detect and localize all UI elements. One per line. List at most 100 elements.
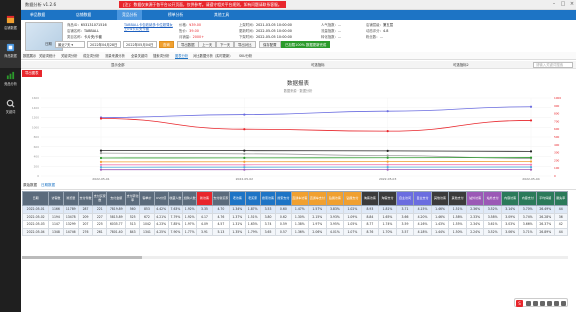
column-header[interactable]: 支付买家数 bbox=[92, 191, 108, 206]
column-header[interactable]: 收藏人数 bbox=[167, 191, 184, 206]
subtab-deal-words[interactable]: 成交词分析 bbox=[83, 53, 99, 58]
metric-select[interactable]: 可选指标 bbox=[311, 62, 325, 68]
close-icon[interactable]: × bbox=[568, 1, 576, 8]
data-point bbox=[99, 156, 103, 160]
minimize-icon[interactable]: – bbox=[550, 1, 558, 8]
analysis-subtabs: 数据展示 关键词统计 关键词分析 成交词分析 流量来源分析 全量关键词 搜索词分… bbox=[21, 52, 576, 60]
subtab-keyword-analysis[interactable]: 关键词分析 bbox=[61, 53, 77, 58]
compare-export-button[interactable]: 导出对比 bbox=[234, 41, 256, 48]
column-header[interactable]: 老买家 bbox=[244, 191, 261, 206]
next-day-button[interactable]: 下一天 bbox=[216, 41, 235, 48]
subtab-all-keywords[interactable]: 全量关键词 bbox=[131, 53, 147, 58]
range-select[interactable]: 最近7天 ▾ bbox=[55, 41, 85, 48]
table-tab-daily[interactable]: 日期数据 bbox=[41, 183, 55, 188]
column-header[interactable]: 支付件数 bbox=[77, 191, 94, 206]
chart-search-input[interactable]: 请输入关键词搜索 bbox=[533, 62, 573, 68]
column-header[interactable]: 自主访问 bbox=[395, 191, 415, 206]
y2-tick-label: 300 bbox=[554, 151, 560, 155]
query-button[interactable]: 查询 bbox=[159, 41, 174, 48]
maximize-icon[interactable]: □ bbox=[559, 1, 567, 8]
table-tab-raw[interactable]: 原始数据 bbox=[23, 183, 37, 188]
table-row[interactable]: 2022-05-02 1194 13478 209 227 5815.89 525 672 4.… bbox=[21, 212, 569, 221]
table-cell: 1348 bbox=[48, 227, 64, 236]
chinese-mode-icon[interactable] bbox=[526, 301, 531, 306]
column-header[interactable]: 支付新买家 bbox=[211, 191, 231, 206]
column-header[interactable]: 站外访客 bbox=[465, 191, 485, 206]
column-header[interactable]: 支付金额 bbox=[106, 191, 127, 206]
sidebar-item-product[interactable]: 商品数据 bbox=[0, 40, 21, 68]
column-header[interactable]: 跳失率 bbox=[553, 191, 569, 206]
column-header[interactable]: 内容访客 bbox=[500, 191, 520, 206]
column-header[interactable]: 支付转化率 bbox=[125, 191, 141, 206]
keyboard-icon[interactable] bbox=[547, 301, 552, 306]
table-cell: 2.36% bbox=[465, 205, 485, 214]
export-data-button[interactable]: 导出数据 bbox=[177, 41, 199, 48]
table-cell: 4.16% bbox=[413, 220, 432, 229]
column-header[interactable]: 老访客 bbox=[229, 191, 246, 206]
column-header[interactable]: 站外支付 bbox=[483, 191, 502, 206]
y2-tick-label: 1000 bbox=[554, 96, 561, 100]
emoji-icon[interactable] bbox=[533, 301, 538, 306]
column-header[interactable]: 淘客访客 bbox=[360, 191, 380, 206]
ime-icon[interactable]: S bbox=[516, 300, 523, 307]
column-header[interactable]: 搜索访客 bbox=[259, 191, 277, 206]
horizontal-scrollbar[interactable] bbox=[22, 256, 568, 259]
table-cell: 287 bbox=[77, 205, 94, 214]
tab-tools[interactable]: 其他工具 bbox=[209, 10, 234, 20]
column-header[interactable]: 钻展访客 bbox=[325, 191, 345, 206]
product-title-link[interactable]: TABBALL卡包收纳多卡位超薄女士ins卡片夹卡套 bbox=[124, 23, 174, 31]
save-config-button[interactable]: 保存配置 bbox=[259, 41, 281, 48]
subtab-sku[interactable]: SKU分析 bbox=[239, 53, 252, 58]
subtab-keyword-stats[interactable]: 关键词统计 bbox=[39, 53, 55, 58]
column-header[interactable]: 搜索支付 bbox=[275, 191, 292, 206]
subtab-search-words[interactable]: 搜索词分析 bbox=[153, 53, 169, 58]
column-header[interactable]: 日期 bbox=[21, 191, 50, 206]
column-header[interactable]: 淘客支付 bbox=[378, 191, 397, 206]
column-header[interactable]: 其他访客 bbox=[430, 191, 450, 206]
table-row[interactable]: 2022-05-04 1348 14746 276 261 7801.40 843 1341 4… bbox=[21, 227, 569, 236]
table-cell: 3.83% bbox=[325, 205, 345, 214]
show-all-toggle[interactable]: 显示全部 bbox=[111, 62, 125, 68]
subtab-display[interactable]: 数据展示 bbox=[23, 53, 36, 58]
sidebar-item-compete[interactable]: 竞品分析 bbox=[0, 68, 21, 96]
column-header[interactable]: 其他支付 bbox=[448, 191, 467, 206]
column-header[interactable]: 自主支付 bbox=[413, 191, 432, 206]
start-date-input[interactable]: 2022年04月28日 bbox=[87, 41, 121, 48]
column-header[interactable]: 新访客 bbox=[196, 191, 213, 206]
column-header[interactable]: 访客数 bbox=[48, 191, 64, 206]
column-header[interactable]: 浏览量 bbox=[62, 191, 79, 206]
prev-day-button[interactable]: 上一天 bbox=[198, 41, 217, 48]
end-date-input[interactable]: 2022年05月04日 bbox=[123, 41, 157, 48]
table-row[interactable]: 2022-05-03 1147 13299 207 225 6035.77 513 1042 4… bbox=[21, 220, 569, 229]
column-header[interactable]: 客单价 bbox=[139, 191, 155, 206]
sidebar: 店铺数据 商品数据 竞品分析 关键词 bbox=[0, 0, 21, 312]
subtab-traffic-source[interactable]: 流量来源分析 bbox=[105, 53, 125, 58]
skin-icon[interactable] bbox=[554, 301, 559, 306]
chart-title: 数据报表 bbox=[287, 79, 310, 87]
tab-shop[interactable]: 店铺数据 bbox=[71, 10, 96, 20]
metric-select-2[interactable]: 可选指标2 bbox=[453, 62, 469, 68]
column-header[interactable]: 加购人数 bbox=[182, 191, 198, 206]
column-header[interactable]: 直通车访客 bbox=[290, 191, 310, 206]
table-cell: 3.52% bbox=[483, 227, 502, 236]
column-header[interactable]: 直通车支付 bbox=[308, 191, 327, 206]
subtab-chart[interactable]: 图表分析 bbox=[175, 53, 189, 59]
sidebar-item-keyword[interactable]: 关键词 bbox=[0, 96, 21, 124]
scrollbar-thumb[interactable] bbox=[22, 256, 142, 259]
tab-compete[interactable]: 竞品分析 bbox=[117, 10, 143, 20]
mic-icon[interactable] bbox=[540, 301, 545, 306]
sidebar-item-shop[interactable]: 店铺数据 bbox=[0, 12, 21, 40]
toolbox-icon[interactable] bbox=[561, 301, 566, 306]
column-header[interactable]: 内容支付 bbox=[518, 191, 537, 206]
table-cell: 3.14% bbox=[500, 205, 520, 214]
column-header[interactable]: 平均停留 bbox=[535, 191, 555, 206]
promo-banner[interactable]: [注]：数据仅来源于各平台公开页面，仅供参考。请遵守相关平台规则，如有问题请联系… bbox=[119, 1, 286, 8]
table-row[interactable]: 2022-05-01 1166 11789 287 221 7819.89 560 853 4.… bbox=[21, 205, 569, 214]
y-tick-label: 1400 bbox=[32, 106, 39, 110]
column-header[interactable]: UV价值 bbox=[153, 191, 169, 206]
tab-rank[interactable]: 榜单分析 bbox=[163, 10, 188, 20]
table-cell: 3.70% bbox=[518, 205, 537, 214]
column-header[interactable]: 钻展支付 bbox=[343, 191, 362, 206]
tab-single[interactable]: 单品数据 bbox=[25, 10, 50, 20]
subtab-compare[interactable]: 对比数据分析（实时更新） bbox=[193, 53, 233, 58]
